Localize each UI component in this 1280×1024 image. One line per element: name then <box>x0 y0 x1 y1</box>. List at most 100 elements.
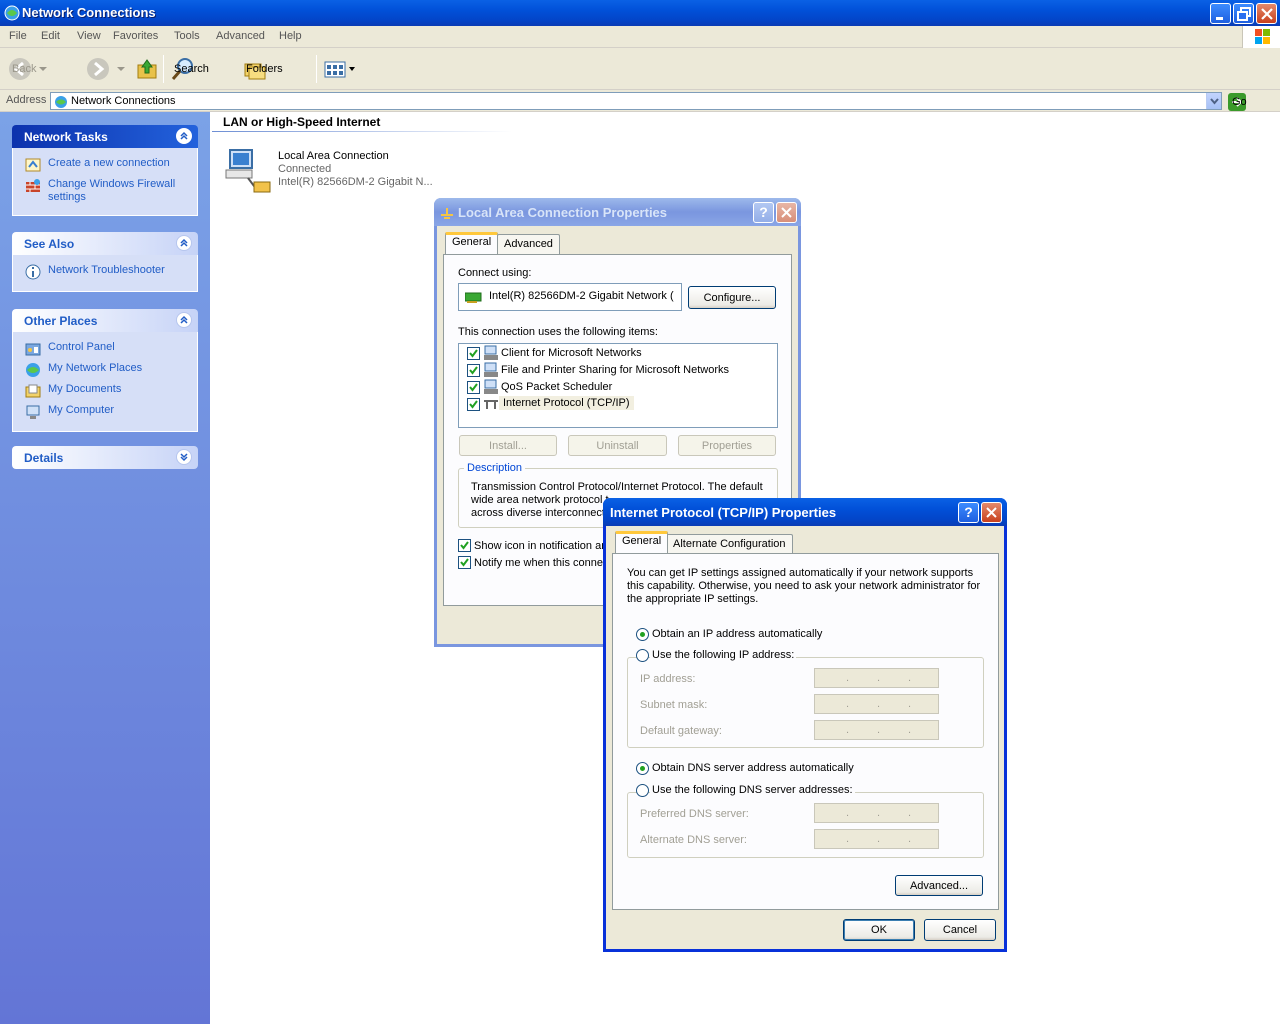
uninstall-button[interactable]: Uninstall <box>568 435 667 456</box>
network-connections-icon <box>4 5 20 21</box>
ok-button[interactable]: OK <box>843 919 915 941</box>
menu-help[interactable]: Help <box>279 30 302 42</box>
up-folder-button[interactable] <box>135 56 159 82</box>
network-adapter-icon <box>441 208 453 219</box>
views-icon <box>324 61 346 78</box>
network-troubleshooter-link[interactable]: Network Troubleshooter <box>25 264 197 280</box>
create-connection-link[interactable]: Create a new connection <box>25 157 197 173</box>
collapse-icon[interactable] <box>176 128 192 144</box>
network-tasks-header[interactable]: Network Tasks <box>12 125 198 148</box>
tcpip-properties-dialog: Internet Protocol (TCP/IP) Properties ? … <box>603 498 1007 952</box>
collapse-icon[interactable] <box>176 235 192 251</box>
obtain-dns-label: Obtain DNS server address automatically <box>652 762 854 774</box>
ip-address-field[interactable]: ... <box>814 668 939 688</box>
tab-general[interactable]: General <box>615 531 669 553</box>
help-button[interactable]: ? <box>958 502 979 523</box>
checkbox-file-sharing[interactable] <box>467 364 480 377</box>
subnet-mask-label: Subnet mask: <box>640 699 708 711</box>
obtain-dns-radio[interactable] <box>636 762 649 775</box>
minimize-button[interactable] <box>1210 3 1231 24</box>
collapse-icon[interactable] <box>176 312 192 328</box>
preferred-dns-field[interactable]: ... <box>814 803 939 823</box>
computer-icon <box>26 405 40 419</box>
new-connection-icon <box>25 158 41 172</box>
tcpip-dialog-titlebar[interactable]: Internet Protocol (TCP/IP) Properties ? <box>603 498 1007 526</box>
address-dropdown-button[interactable] <box>1206 93 1221 109</box>
toolbar: Back Search Folders <box>0 48 1280 90</box>
firewall-icon <box>26 179 40 192</box>
tab-general[interactable]: General <box>445 232 499 254</box>
task-pane: Network Tasks Create a new connection Ch… <box>0 112 210 1024</box>
folders-button[interactable]: Folders <box>242 56 283 82</box>
menu-tools[interactable]: Tools <box>174 30 200 42</box>
menu-favorites[interactable]: Favorites <box>113 30 158 42</box>
other-places-header[interactable]: Other Places <box>12 309 198 332</box>
use-dns-radio[interactable] <box>636 784 649 797</box>
go-button[interactable]: Go <box>1228 93 1247 111</box>
obtain-ip-radio[interactable] <box>636 628 649 641</box>
component-file-sharing: File and Printer Sharing for Microsoft N… <box>501 364 730 376</box>
control-panel-link[interactable]: Control Panel <box>25 341 197 357</box>
help-button[interactable]: ? <box>753 202 774 223</box>
subnet-mask-field[interactable]: ... <box>814 694 939 714</box>
show-icon-checkbox[interactable] <box>458 539 471 552</box>
change-firewall-link[interactable]: Change Windows Firewall settings <box>25 178 197 204</box>
show-icon-label: Show icon in notification ar <box>474 540 605 552</box>
forward-button[interactable] <box>86 56 128 82</box>
close-button[interactable] <box>776 202 797 223</box>
alternate-dns-field[interactable]: ... <box>814 829 939 849</box>
description-label: Description <box>464 462 526 474</box>
restore-button[interactable] <box>1233 3 1254 24</box>
close-button[interactable] <box>981 502 1002 523</box>
see-also-header[interactable]: See Also <box>12 232 198 255</box>
menu-edit[interactable]: Edit <box>41 30 60 42</box>
items-label: This connection uses the following items… <box>458 326 658 338</box>
menu-advanced[interactable]: Advanced <box>216 30 265 42</box>
cancel-button[interactable]: Cancel <box>924 919 996 941</box>
lan-connection-icon <box>225 149 271 193</box>
back-button[interactable]: Back <box>8 56 50 82</box>
checkbox-tcpip[interactable] <box>467 398 480 411</box>
window-titlebar[interactable]: Network Connections <box>0 0 1280 26</box>
my-documents-link[interactable]: My Documents <box>25 383 197 399</box>
search-button[interactable]: Search <box>170 56 209 82</box>
configure-button[interactable]: Configure... <box>688 286 776 309</box>
adapter-name: Intel(R) 82566DM-2 Gigabit Network ( <box>489 290 674 302</box>
properties-button[interactable]: Properties <box>678 435 776 456</box>
details-header[interactable]: Details <box>12 446 198 469</box>
address-input[interactable]: Network Connections <box>50 92 1222 110</box>
chevron-down-icon <box>117 67 125 71</box>
qos-icon <box>484 379 498 394</box>
component-tcpip: Internet Protocol (TCP/IP) <box>499 396 634 410</box>
install-button[interactable]: Install... <box>459 435 557 456</box>
local-area-connection-item[interactable]: Local Area Connection Connected Intel(R)… <box>224 146 444 196</box>
expand-icon[interactable] <box>176 449 192 465</box>
use-ip-label: Use the following IP address: <box>650 649 797 661</box>
checkbox-client[interactable] <box>467 347 480 360</box>
up-folder-icon <box>137 59 157 79</box>
folders-label: Folders <box>246 63 283 75</box>
views-button[interactable] <box>323 56 357 82</box>
close-button[interactable] <box>1256 3 1277 24</box>
default-gateway-field[interactable]: ... <box>814 720 939 740</box>
my-computer-link[interactable]: My Computer <box>25 404 197 420</box>
network-tasks-panel: Network Tasks Create a new connection Ch… <box>12 125 198 216</box>
use-ip-radio[interactable] <box>636 649 649 662</box>
details-title: Details <box>24 451 64 465</box>
tcpip-general-pane: You can get IP settings assigned automat… <box>612 553 999 910</box>
components-list[interactable]: Client for Microsoft Networks File and P… <box>458 343 778 428</box>
advanced-button[interactable]: Advanced... <box>895 875 983 896</box>
back-label: Back <box>12 63 37 75</box>
details-panel: Details <box>12 446 198 469</box>
lac-dialog-title: Local Area Connection Properties <box>458 205 668 220</box>
menu-view[interactable]: View <box>77 30 101 42</box>
lac-dialog-titlebar[interactable]: Local Area Connection Properties ? <box>434 198 801 226</box>
notify-checkbox[interactable] <box>458 556 471 569</box>
tab-advanced[interactable]: Advanced <box>497 234 560 255</box>
checkmark-icon <box>460 558 469 567</box>
menu-file[interactable]: File <box>9 30 27 42</box>
checkbox-qos[interactable] <box>467 381 480 394</box>
my-network-places-link[interactable]: My Network Places <box>25 362 197 378</box>
address-value: Network Connections <box>71 95 176 107</box>
tab-alternate-configuration[interactable]: Alternate Configuration <box>666 534 793 555</box>
